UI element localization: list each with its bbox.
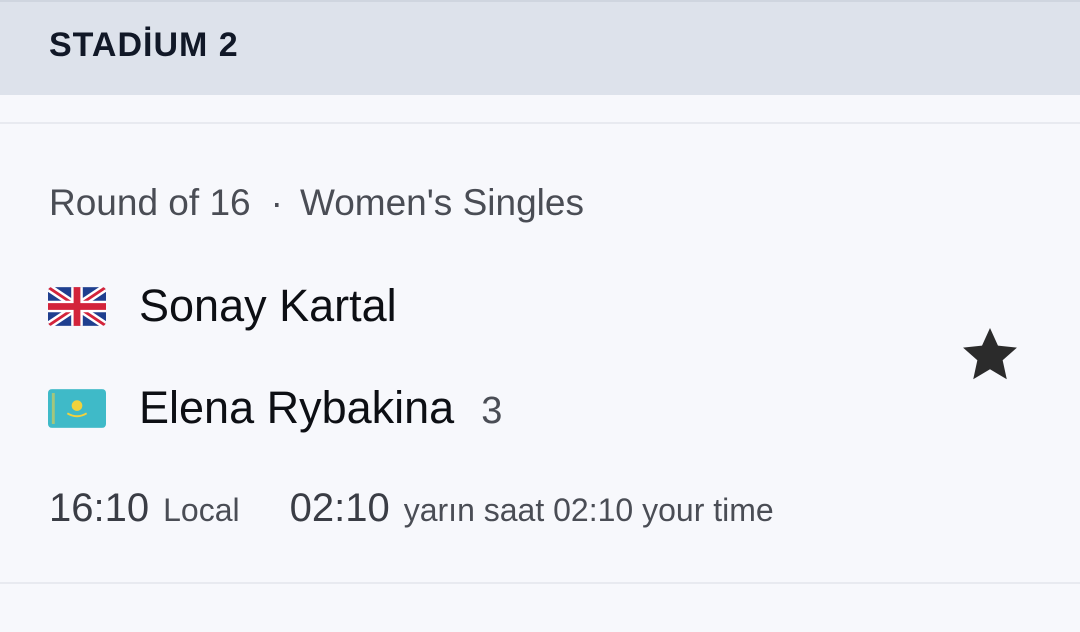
match-times: 16:10 Local 02:10 yarın saat 02:10 your tim… xyxy=(49,486,774,531)
user-time-label: yarın saat 02:10 your time xyxy=(403,492,774,528)
divider xyxy=(0,582,1080,584)
round-label: Round of 16 xyxy=(49,182,251,223)
court-header: STADİUM 2 xyxy=(0,0,1080,95)
meta-separator: · xyxy=(270,182,283,223)
player-seed: 3 xyxy=(481,389,503,432)
kazakhstan-flag-icon xyxy=(48,388,106,428)
player-name: Sonay Kartal xyxy=(139,280,397,331)
united-kingdom-flag-icon xyxy=(48,286,106,326)
star-icon[interactable] xyxy=(955,322,1025,388)
user-time: 02:10 xyxy=(289,486,390,530)
player-row-2[interactable]: Elena Rybakina 3 xyxy=(48,378,502,438)
player-name: Elena Rybakina xyxy=(139,382,455,433)
match-meta: Round of 16 · Women's Singles xyxy=(49,182,584,224)
player-row-1[interactable]: Sonay Kartal xyxy=(48,276,397,336)
match-card[interactable]: Round of 16 · Women's Singles Sonay Kartal… xyxy=(0,124,1080,582)
court-title: STADİUM 2 xyxy=(49,26,239,64)
local-time: 16:10 xyxy=(49,486,150,530)
event-label: Women's Singles xyxy=(299,182,584,223)
local-time-label: Local xyxy=(163,492,240,528)
